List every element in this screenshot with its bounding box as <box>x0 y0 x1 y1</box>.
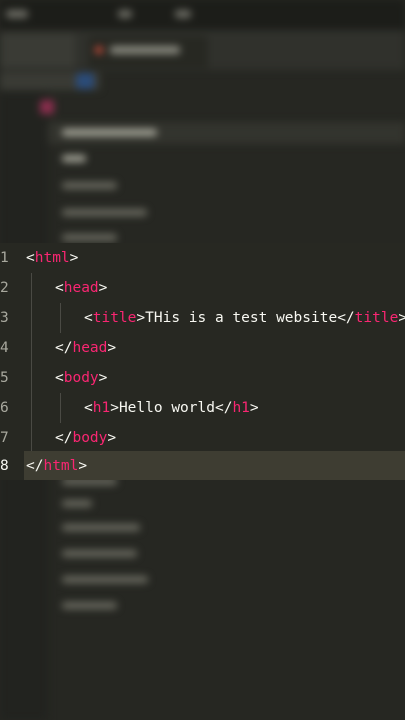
text-content: THis is a test website <box>145 310 338 326</box>
code-line-3[interactable]: 3 <title>THis is a test website</title> <box>0 303 405 333</box>
code-content: <body> <box>55 370 108 386</box>
background-code-line <box>62 155 86 162</box>
background-code-line <box>62 524 140 531</box>
code-line-2[interactable]: 2 <head> <box>0 273 405 303</box>
code-line-1[interactable]: 1 <html> <box>0 243 405 273</box>
background-code-line <box>62 576 148 583</box>
line-number: 1 <box>0 250 9 266</box>
code-line-6[interactable]: 6 <h1>Hello world</h1> <box>0 393 405 423</box>
background-code-line <box>62 550 137 557</box>
line-number: 7 <box>0 430 9 446</box>
code-content: </head> <box>55 340 117 356</box>
background-marker <box>40 100 54 114</box>
code-content: </html> <box>26 458 88 474</box>
code-content: <html> <box>26 250 79 266</box>
tag-name: h1 <box>232 400 250 416</box>
tag-name: h1 <box>92 400 111 416</box>
tag-name: body <box>63 370 99 386</box>
background-tab <box>0 34 75 68</box>
background-code-line <box>62 602 117 609</box>
background-code-line <box>62 500 92 507</box>
line-number: 6 <box>0 400 9 416</box>
tag-name: head <box>63 280 99 296</box>
background-code-line <box>62 182 117 189</box>
line-number: 4 <box>0 340 9 356</box>
background-code-line <box>62 234 117 241</box>
tag-name: html <box>34 250 70 266</box>
tag-name: head <box>72 340 108 356</box>
background-code-line <box>62 129 157 136</box>
line-number: 8 <box>0 458 9 474</box>
code-content: </body> <box>55 430 117 446</box>
code-line-8[interactable]: 8 </html> <box>0 451 405 481</box>
background-tab-label <box>110 46 180 54</box>
code-content: <head> <box>55 280 108 296</box>
background-menu-item <box>118 10 132 18</box>
code-line-4[interactable]: 4 </head> <box>0 333 405 363</box>
code-content: <h1>Hello world</h1> <box>84 400 259 416</box>
background-menu-item <box>6 10 28 18</box>
background-menu-item <box>175 10 191 18</box>
tag-name: body <box>72 430 108 446</box>
code-line-5[interactable]: 5 <body> <box>0 363 405 393</box>
background-code-line <box>62 209 147 216</box>
background-tab-dot <box>95 46 103 54</box>
line-number: 3 <box>0 310 9 326</box>
background-menu-bar <box>0 0 405 30</box>
line-number: 2 <box>0 280 9 296</box>
code-content: <title>THis is a test website</title> <box>84 310 405 326</box>
line-number: 5 <box>0 370 9 386</box>
background-blue-badge <box>76 73 94 89</box>
code-line-7[interactable]: 7 </body> <box>0 423 405 453</box>
tag-name: html <box>43 458 79 474</box>
text-content: Hello world <box>118 400 215 416</box>
code-editor[interactable]: 1 <html> 2 <head> 3 <title>THis is a tes… <box>0 243 405 480</box>
tag-name: title <box>354 310 399 326</box>
tag-name: title <box>92 310 137 326</box>
